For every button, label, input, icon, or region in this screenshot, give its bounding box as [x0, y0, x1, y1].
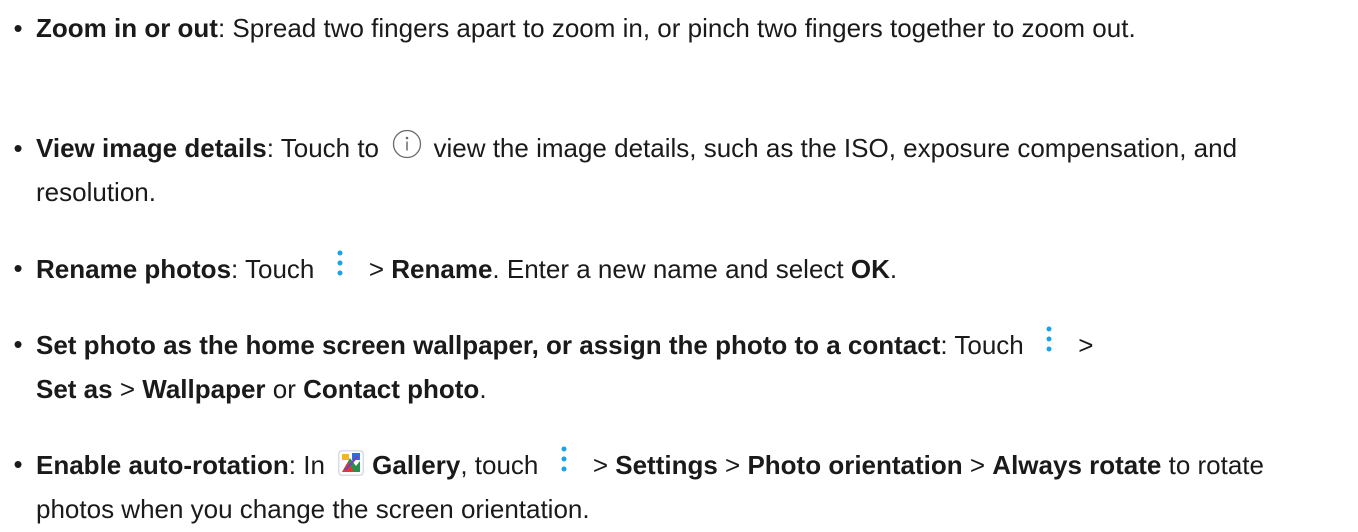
- set-as-label: Set as: [36, 374, 113, 404]
- photo-orientation-label: Photo orientation: [747, 450, 963, 480]
- item-text: . Enter a new name and select: [492, 254, 851, 284]
- period: .: [479, 374, 487, 404]
- separator-text: >: [361, 254, 392, 284]
- item-text: : Spread two fingers apart to zoom in, o…: [217, 13, 1136, 43]
- item-title: View image details: [36, 133, 267, 163]
- more-vertical-icon: [561, 446, 567, 472]
- item-text: : In: [288, 450, 333, 480]
- separator-text: >: [1070, 330, 1094, 360]
- item-text: or: [265, 374, 304, 404]
- more-vertical-icon: [337, 250, 343, 276]
- bullet: [0, 246, 36, 290]
- item-text: : Touch to: [266, 133, 387, 163]
- bullet: [0, 322, 36, 366]
- separator-text: >: [962, 450, 993, 480]
- list-item-auto-rotation: Enable auto-rotation: In Gallery, touch …: [36, 442, 1336, 531]
- list-item-rename: Rename photos: Touch > Rename. Enter a n…: [36, 246, 1336, 291]
- more-vertical-icon: [1046, 326, 1052, 352]
- wallpaper-label: Wallpaper: [142, 374, 266, 404]
- settings-label: Settings: [615, 450, 718, 480]
- contact-photo-label: Contact photo: [303, 374, 480, 404]
- gallery-label: Gallery: [372, 450, 461, 480]
- item-text: , touch: [460, 450, 546, 480]
- info-icon: [393, 129, 422, 159]
- bullet: [0, 442, 36, 486]
- ok-label: OK: [850, 254, 890, 284]
- item-text: : Touch: [940, 330, 1031, 360]
- item-title: Enable auto-rotation: [36, 450, 289, 480]
- item-title: Zoom in or out: [36, 13, 218, 43]
- rename-label: Rename: [391, 254, 493, 284]
- period: .: [889, 254, 898, 284]
- separator-text: >: [585, 450, 616, 480]
- separator-text: >: [717, 450, 748, 480]
- separator-text: >: [112, 374, 143, 404]
- list-item-set-as: Set photo as the home screen wallpaper, …: [36, 322, 1336, 411]
- bullet: [0, 126, 36, 170]
- item-title: Rename photos: [36, 254, 232, 284]
- gallery-icon: [338, 450, 365, 476]
- bullet: [0, 6, 36, 50]
- item-title: Set photo as the home screen wallpaper, …: [36, 330, 941, 360]
- always-rotate-label: Always rotate: [992, 450, 1162, 480]
- list-item-view-details: View image details: Touch to view the im…: [36, 126, 1336, 214]
- list-item-zoom: Zoom in or out: Spread two fingers apart…: [36, 6, 1336, 50]
- item-text: : Touch: [231, 254, 322, 284]
